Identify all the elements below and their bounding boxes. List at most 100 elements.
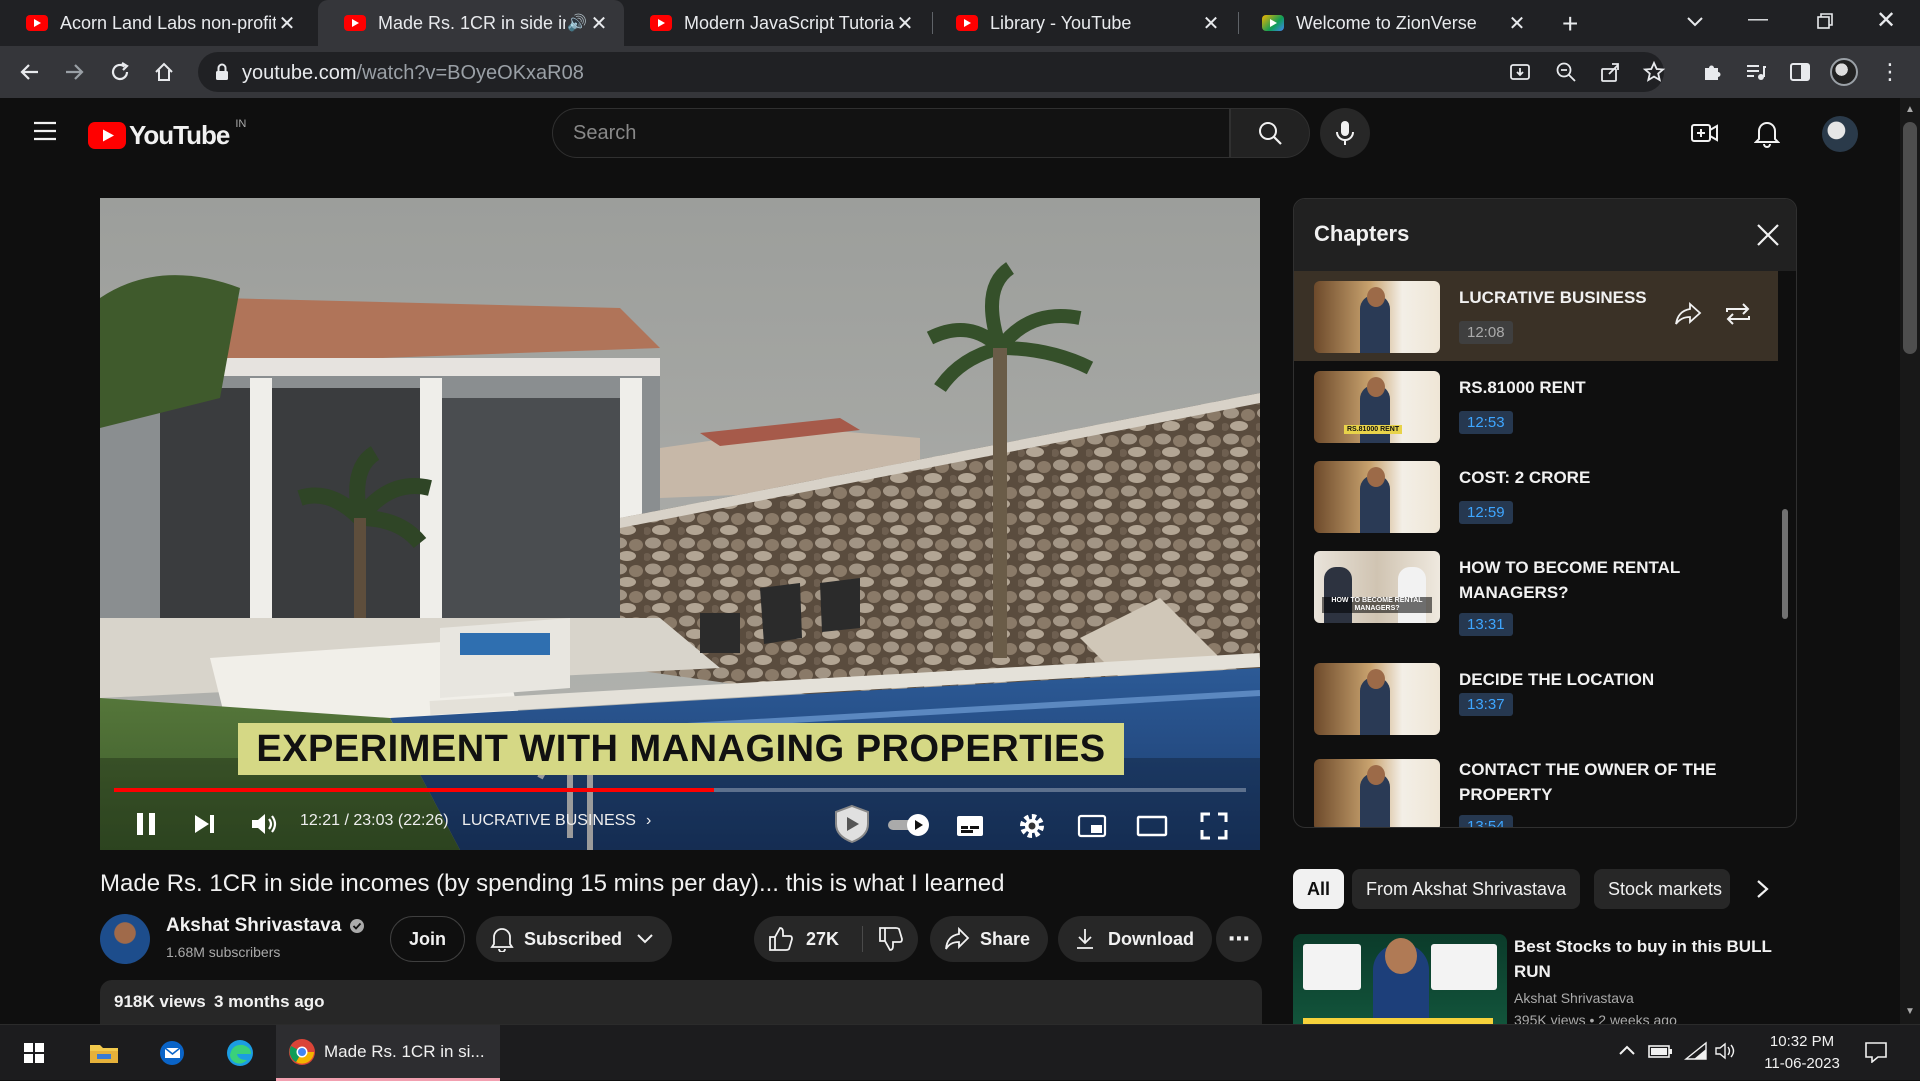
theater-mode-button[interactable] bbox=[1134, 808, 1170, 844]
chip-from-channel[interactable]: From Akshat Shrivastava bbox=[1352, 869, 1581, 909]
settings-button[interactable] bbox=[1014, 808, 1050, 844]
bookmark-star-icon[interactable] bbox=[1642, 60, 1666, 84]
video-player[interactable]: EXPERIMENT WITH MANAGING PROPERTIES 12:2… bbox=[100, 198, 1260, 850]
chapter-item[interactable]: LUCRATIVE BUSINESS 12:08 bbox=[1294, 271, 1778, 361]
new-tab-icon[interactable]: + bbox=[1562, 8, 1578, 40]
chapter-timestamp[interactable]: 13:54 bbox=[1459, 815, 1513, 827]
recommended-video-title[interactable]: Best Stocks to buy in this BULL RUN bbox=[1514, 934, 1784, 984]
subtitles-button[interactable] bbox=[952, 808, 988, 844]
taskbar-chrome-window[interactable]: Made Rs. 1CR in si... bbox=[276, 1025, 500, 1081]
battery-icon[interactable] bbox=[1648, 1042, 1674, 1060]
back-icon[interactable] bbox=[14, 56, 46, 88]
fullscreen-button[interactable] bbox=[1196, 808, 1232, 844]
chapter-item[interactable]: COST: 2 CRORE 12:59 bbox=[1294, 451, 1778, 541]
extensions-puzzle-icon[interactable] bbox=[1696, 56, 1728, 88]
file-explorer-icon[interactable] bbox=[76, 1031, 132, 1075]
share-chapter-icon[interactable] bbox=[1674, 301, 1702, 327]
scrollbar-thumb[interactable] bbox=[1903, 122, 1917, 354]
channel-name[interactable]: Akshat Shrivastava bbox=[166, 915, 341, 937]
search-input[interactable]: Search bbox=[552, 108, 1230, 158]
autoplay-toggle[interactable] bbox=[886, 810, 932, 840]
browser-tab-3[interactable]: Modern JavaScript Tutorial #1 ✕ bbox=[624, 0, 930, 46]
start-button[interactable] bbox=[6, 1031, 62, 1075]
speaker-volume-icon[interactable] bbox=[1714, 1041, 1738, 1061]
media-queue-icon[interactable] bbox=[1740, 56, 1772, 88]
profile-avatar[interactable] bbox=[1828, 56, 1860, 88]
volume-button[interactable] bbox=[246, 806, 282, 842]
description-box[interactable]: 918K views 3 months ago bbox=[100, 980, 1262, 1024]
chapter-timestamp[interactable]: 12:53 bbox=[1459, 411, 1513, 434]
lock-icon[interactable] bbox=[214, 63, 230, 81]
current-chapter-button[interactable]: LUCRATIVE BUSINESS › bbox=[462, 812, 651, 830]
browser-tab-4[interactable]: Library - YouTube ✕ bbox=[930, 0, 1236, 46]
chapter-item[interactable]: HOW TO BECOME RENTAL MANAGERS? HOW TO BE… bbox=[1294, 541, 1778, 651]
close-window-icon[interactable]: ✕ bbox=[1876, 6, 1896, 35]
chapter-timestamp[interactable]: 13:37 bbox=[1459, 693, 1513, 716]
next-button[interactable] bbox=[186, 806, 222, 842]
chips-next-chevron-icon[interactable] bbox=[1752, 878, 1772, 900]
subscribed-button[interactable]: Subscribed bbox=[476, 916, 673, 962]
zoom-icon[interactable] bbox=[1554, 60, 1578, 84]
join-button[interactable]: Join bbox=[390, 916, 466, 962]
edge-browser-icon[interactable] bbox=[212, 1031, 268, 1075]
address-bar[interactable]: youtube.com/watch?v=BOyeOKxaR08 bbox=[198, 52, 1666, 92]
channel-avatar[interactable] bbox=[100, 914, 150, 964]
wifi-icon[interactable] bbox=[1684, 1041, 1708, 1061]
create-video-icon[interactable] bbox=[1690, 120, 1720, 146]
browser-tab-1[interactable]: Acorn Land Labs non-profit n ✕ bbox=[0, 0, 312, 46]
show-hidden-icons-chevron-icon[interactable] bbox=[1618, 1043, 1636, 1057]
sponsorblock-shield-button[interactable] bbox=[830, 802, 874, 846]
tab-search-chevron-icon[interactable] bbox=[1684, 10, 1706, 32]
reload-icon[interactable] bbox=[104, 56, 136, 88]
page-scrollbar[interactable]: ▲ ▼ bbox=[1900, 98, 1920, 1024]
hamburger-menu-icon[interactable] bbox=[32, 120, 58, 142]
notification-center-icon[interactable] bbox=[1864, 1041, 1888, 1063]
close-tab-icon[interactable]: ✕ bbox=[588, 11, 610, 36]
scroll-down-icon[interactable]: ▼ bbox=[1905, 1006, 1915, 1017]
youtube-logo[interactable]: YouTube IN bbox=[88, 118, 246, 151]
more-actions-button[interactable]: ⋯ bbox=[1216, 916, 1262, 962]
miniplayer-button[interactable] bbox=[1074, 808, 1110, 844]
voice-search-button[interactable] bbox=[1320, 108, 1370, 158]
channel-name-row[interactable]: Akshat Shrivastava bbox=[166, 915, 365, 937]
close-tab-icon[interactable]: ✕ bbox=[276, 11, 298, 36]
recommended-channel[interactable]: Akshat Shrivastava bbox=[1514, 990, 1634, 1006]
chapter-item[interactable]: DECIDE THE LOCATION 13:37 bbox=[1294, 653, 1778, 743]
download-button[interactable]: Download bbox=[1058, 916, 1212, 962]
chapter-timestamp[interactable]: 12:59 bbox=[1459, 501, 1513, 524]
thumbs-down-icon[interactable] bbox=[878, 926, 904, 952]
home-icon[interactable] bbox=[148, 56, 180, 88]
scroll-up-icon[interactable]: ▲ bbox=[1905, 104, 1915, 115]
taskbar-clock[interactable]: 10:32 PM 11-06-2023 bbox=[1754, 1031, 1850, 1075]
install-app-icon[interactable] bbox=[1508, 60, 1532, 84]
side-panel-icon[interactable] bbox=[1784, 56, 1816, 88]
search-button[interactable] bbox=[1230, 108, 1310, 158]
pause-button[interactable] bbox=[128, 806, 164, 842]
chapter-item[interactable]: RS.81000 RENT RS.81000 RENT 12:53 bbox=[1294, 361, 1778, 451]
chapter-timestamp[interactable]: 12:08 bbox=[1459, 321, 1513, 344]
recommended-video-thumbnail[interactable] bbox=[1293, 934, 1507, 1024]
like-count[interactable]: 27K bbox=[806, 929, 839, 950]
close-chapters-icon[interactable] bbox=[1756, 223, 1780, 247]
loop-chapter-icon[interactable] bbox=[1724, 301, 1752, 327]
chapter-item[interactable]: CONTACT THE OWNER OF THE PROPERTY 13:54 bbox=[1294, 743, 1778, 827]
forward-icon[interactable] bbox=[58, 56, 90, 88]
chrome-menu-icon[interactable]: ⋮ bbox=[1874, 56, 1906, 88]
chip-all[interactable]: All bbox=[1293, 869, 1345, 909]
browser-tab-2[interactable]: Made Rs. 1CR in side incc 🔊 ✕ bbox=[318, 0, 624, 46]
restore-icon[interactable] bbox=[1816, 12, 1834, 30]
chip-stock-markets[interactable]: Stock markets bbox=[1594, 869, 1730, 909]
speaker-icon[interactable]: 🔊 bbox=[566, 13, 588, 33]
chapters-scrollbar-thumb[interactable] bbox=[1782, 509, 1788, 619]
notifications-bell-icon[interactable] bbox=[1754, 118, 1780, 148]
share-page-icon[interactable] bbox=[1598, 60, 1622, 84]
thumbs-up-icon[interactable] bbox=[768, 926, 794, 952]
share-button[interactable]: Share bbox=[930, 916, 1049, 962]
account-avatar[interactable] bbox=[1822, 116, 1858, 152]
mail-app-icon[interactable] bbox=[144, 1031, 200, 1075]
chapter-timestamp[interactable]: 13:31 bbox=[1459, 613, 1513, 636]
close-tab-icon[interactable]: ✕ bbox=[1506, 11, 1528, 36]
close-tab-icon[interactable]: ✕ bbox=[894, 11, 916, 36]
progress-bar[interactable] bbox=[114, 788, 1246, 792]
close-tab-icon[interactable]: ✕ bbox=[1200, 11, 1222, 36]
